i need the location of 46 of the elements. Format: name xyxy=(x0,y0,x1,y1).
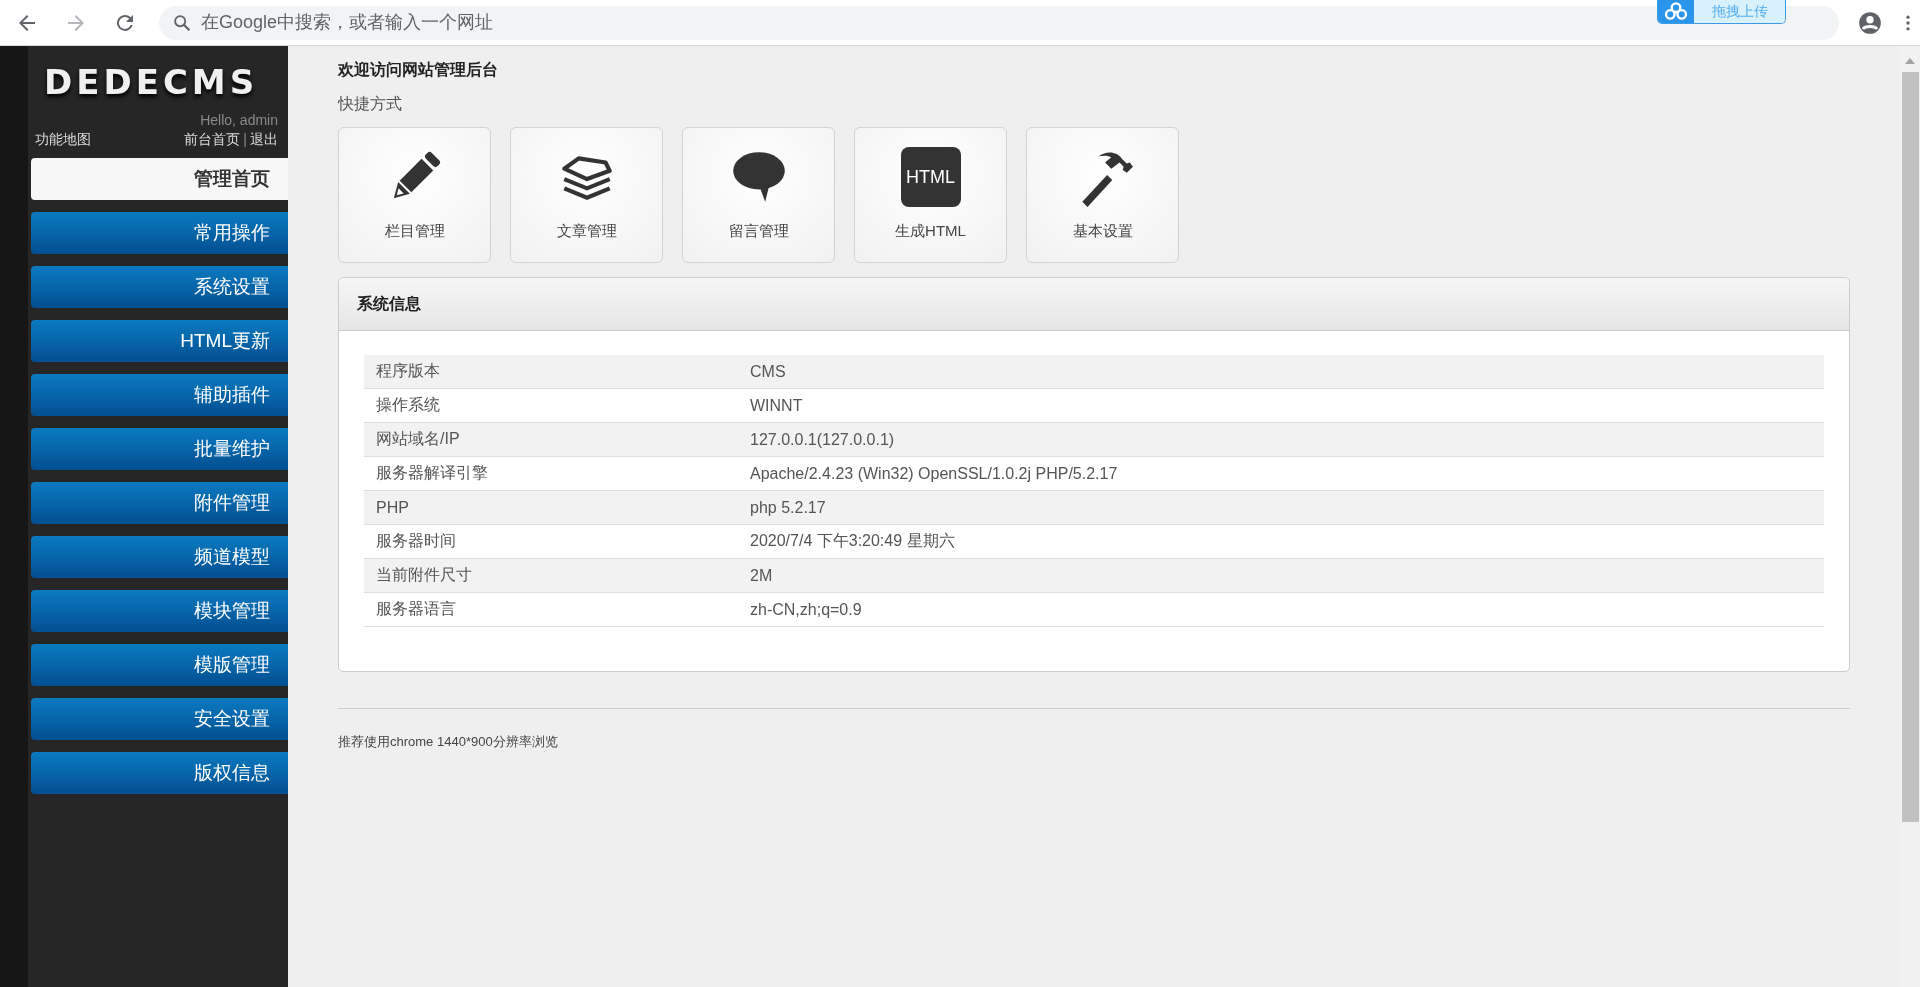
info-value: CMS xyxy=(738,355,1824,389)
scroll-thumb[interactable] xyxy=(1901,72,1919,822)
info-value: WINNT xyxy=(738,388,1824,423)
shortcut-card[interactable]: 基本设置 xyxy=(1026,127,1179,263)
shortcut-card[interactable]: 栏目管理 xyxy=(338,127,491,263)
account-icon[interactable] xyxy=(1857,9,1883,36)
sidebar-menu-item[interactable]: 安全设置 xyxy=(31,698,288,740)
shortcut-card[interactable]: 文章管理 xyxy=(510,127,663,263)
sidebar-menu-item[interactable]: 频道模型 xyxy=(31,536,288,578)
sidebar-menu-item[interactable]: 系统设置 xyxy=(31,266,288,308)
sidebar-menu-item[interactable]: HTML更新 xyxy=(31,320,288,362)
info-label: 服务器时间 xyxy=(364,524,738,559)
sidebar-menu-item[interactable]: 辅助插件 xyxy=(31,374,288,416)
sidebar-menu-item[interactable]: 模版管理 xyxy=(31,644,288,686)
info-value: zh-CN,zh;q=0.9 xyxy=(738,592,1824,627)
greeting-text: Hello, admin xyxy=(200,112,278,128)
shortcut-card[interactable]: HTML 生成HTML xyxy=(854,127,1007,263)
info-label: PHP xyxy=(364,490,738,525)
link-separator: | xyxy=(243,131,247,149)
sidebar-menu-item[interactable]: 批量维护 xyxy=(31,428,288,470)
shortcut-card[interactable]: 留言管理 xyxy=(682,127,835,263)
footer-note: 推荐使用chrome 1440*900分辨率浏览 xyxy=(338,733,558,751)
info-value: 2M xyxy=(738,558,1824,593)
info-label: 网站域名/IP xyxy=(364,422,738,457)
info-label: 服务器语言 xyxy=(364,592,738,627)
dedecms-logo: DEDECMS xyxy=(44,62,259,102)
logout-link[interactable]: 退出 xyxy=(250,131,278,149)
page-title: 欢迎访问网站管理后台 xyxy=(338,60,498,80)
html-file-icon: HTML xyxy=(900,147,961,207)
sidebar-menu-item[interactable]: 管理首页 xyxy=(31,158,288,200)
function-map-link[interactable]: 功能地图 xyxy=(35,131,91,149)
info-value: 2020/7/4 下午3:20:49 星期六 xyxy=(738,524,1824,559)
info-value: php 5.2.17 xyxy=(738,490,1824,525)
info-label: 操作系统 xyxy=(364,388,738,423)
sidebar-menu-item[interactable]: 版权信息 xyxy=(31,752,288,794)
info-label: 服务器解译引擎 xyxy=(364,456,738,491)
shortcuts-heading: 快捷方式 xyxy=(338,94,402,114)
panel-title: 系统信息 xyxy=(339,278,1849,331)
info-label: 当前附件尺寸 xyxy=(364,558,738,593)
info-label: 程序版本 xyxy=(364,355,738,389)
sidebar-menu-item[interactable]: 附件管理 xyxy=(31,482,288,524)
info-value: Apache/2.4.23 (Win32) OpenSSL/1.0.2j PHP/5.2.17 xyxy=(738,456,1824,491)
sidebar-menu-item[interactable]: 常用操作 xyxy=(31,212,288,254)
front-page-link[interactable]: 前台首页 xyxy=(184,131,241,149)
sidebar-menu-item[interactable]: 模块管理 xyxy=(31,590,288,632)
info-value: 127.0.0.1(127.0.0.1) xyxy=(738,422,1824,457)
